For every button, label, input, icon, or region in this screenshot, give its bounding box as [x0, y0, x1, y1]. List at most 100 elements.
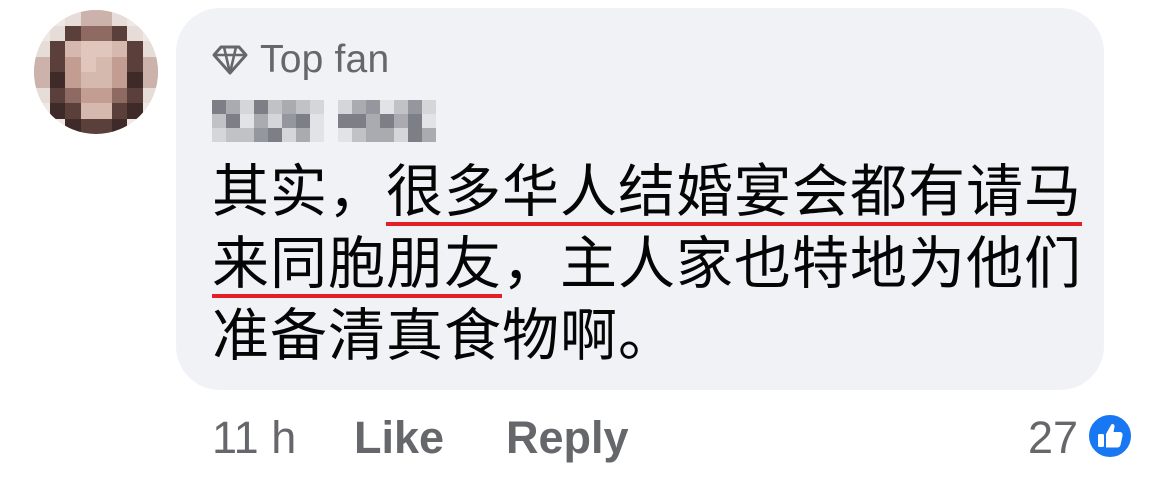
comment-text-start: 其实， — [212, 159, 386, 225]
timestamp[interactable]: 11 h — [212, 408, 296, 468]
author-name-pixel — [212, 114, 226, 128]
avatar-pixel — [127, 10, 143, 26]
avatar-pixel — [127, 72, 143, 88]
avatar-pixel — [80, 41, 96, 57]
avatar-pixel — [80, 118, 96, 134]
avatar-pixel — [96, 41, 112, 57]
thumbs-up-icon — [1086, 412, 1134, 464]
avatar-pixel — [65, 103, 81, 119]
author-name[interactable] — [212, 100, 436, 142]
avatar-pixel — [142, 25, 158, 41]
author-name-pixel — [408, 128, 422, 142]
author-name-pixel — [422, 128, 436, 142]
comment-bubble: Top fan 其实，很多华人结婚宴会都有请马来同胞朋友，主人家也特地为他们准备… — [176, 8, 1104, 390]
avatar-pixel — [65, 72, 81, 88]
avatar-pixel — [127, 118, 143, 134]
author-name-pixel — [408, 100, 422, 114]
top-fan-badge[interactable]: Top fan — [212, 38, 389, 82]
author-name-pixel — [310, 114, 324, 128]
like-button[interactable]: Like — [354, 408, 444, 468]
reply-button[interactable]: Reply — [506, 408, 629, 468]
avatar-pixel — [127, 87, 143, 103]
author-name-pixel — [338, 114, 352, 128]
author-name-pixel — [380, 114, 394, 128]
avatar-pixel — [96, 56, 112, 72]
author-name-pixel — [254, 128, 268, 142]
author-name-pixel — [338, 100, 352, 114]
avatar-pixel — [127, 56, 143, 72]
avatar-pixel — [34, 87, 50, 103]
author-name-pixel — [268, 128, 282, 142]
avatar-pixel — [34, 103, 50, 119]
author-name-pixel — [296, 114, 310, 128]
avatar-pixel — [142, 56, 158, 72]
avatar-pixel — [34, 10, 50, 26]
avatar-pixel — [111, 25, 127, 41]
avatar-pixel — [80, 87, 96, 103]
author-name-word — [212, 100, 324, 142]
avatar-pixel — [80, 56, 96, 72]
avatar-pixel — [34, 72, 50, 88]
author-name-pixel — [352, 128, 366, 142]
avatar-pixel — [65, 56, 81, 72]
author-name-pixel — [226, 128, 240, 142]
author-name-pixel — [422, 114, 436, 128]
avatar-pixel — [111, 103, 127, 119]
avatar-pixel — [80, 10, 96, 26]
author-name-gap — [324, 100, 338, 142]
avatar-pixel — [127, 41, 143, 57]
avatar-pixel — [142, 103, 158, 119]
avatar-pixel — [80, 72, 96, 88]
author-name-pixel — [366, 100, 380, 114]
author-name-pixel — [254, 114, 268, 128]
avatar-pixel — [65, 25, 81, 41]
author-name-pixel — [352, 100, 366, 114]
avatar-pixel — [65, 87, 81, 103]
author-name-word — [338, 100, 436, 142]
avatar-pixel — [49, 10, 65, 26]
avatar-pixel — [49, 41, 65, 57]
avatar[interactable] — [34, 10, 158, 134]
avatar-pixel — [96, 25, 112, 41]
author-name-pixel — [310, 128, 324, 142]
avatar-pixel — [96, 10, 112, 26]
badge-label: Top fan — [260, 38, 390, 81]
avatar-pixel — [142, 10, 158, 26]
author-name-pixel — [282, 128, 296, 142]
author-name-pixel — [366, 114, 380, 128]
author-name-pixel — [380, 128, 394, 142]
avatar-pixel — [111, 41, 127, 57]
comment-text: 其实，很多华人结婚宴会都有请马来同胞朋友，主人家也特地为他们准备清真食物啊。 — [212, 156, 1082, 372]
author-name-pixel — [352, 114, 366, 128]
avatar-pixel — [96, 72, 112, 88]
author-name-pixel — [422, 100, 436, 114]
author-name-pixel — [212, 128, 226, 142]
author-name-pixel — [226, 100, 240, 114]
author-name-pixel — [212, 100, 226, 114]
avatar-pixel — [142, 72, 158, 88]
author-name-pixel — [394, 128, 408, 142]
author-name-pixel — [282, 100, 296, 114]
avatar-pixel — [49, 87, 65, 103]
diamond-icon — [212, 44, 248, 76]
author-name-pixel — [338, 128, 352, 142]
avatar-pixel — [142, 41, 158, 57]
reactions-summary[interactable]: 27 — [1028, 408, 1134, 468]
author-name-pixel — [254, 100, 268, 114]
author-name-pixel — [394, 100, 408, 114]
avatar-pixel — [65, 41, 81, 57]
author-name-pixel — [296, 100, 310, 114]
author-name-pixel — [366, 128, 380, 142]
avatar-pixel — [34, 41, 50, 57]
author-name-pixel — [408, 114, 422, 128]
avatar-pixel — [111, 72, 127, 88]
avatar-pixel — [80, 25, 96, 41]
author-name-pixel — [240, 100, 254, 114]
author-name-pixel — [380, 100, 394, 114]
author-name-pixel — [282, 114, 296, 128]
avatar-pixel — [96, 118, 112, 134]
avatar-pixel — [142, 87, 158, 103]
avatar-pixel — [49, 72, 65, 88]
avatar-pixel — [49, 56, 65, 72]
avatar-pixel — [127, 103, 143, 119]
